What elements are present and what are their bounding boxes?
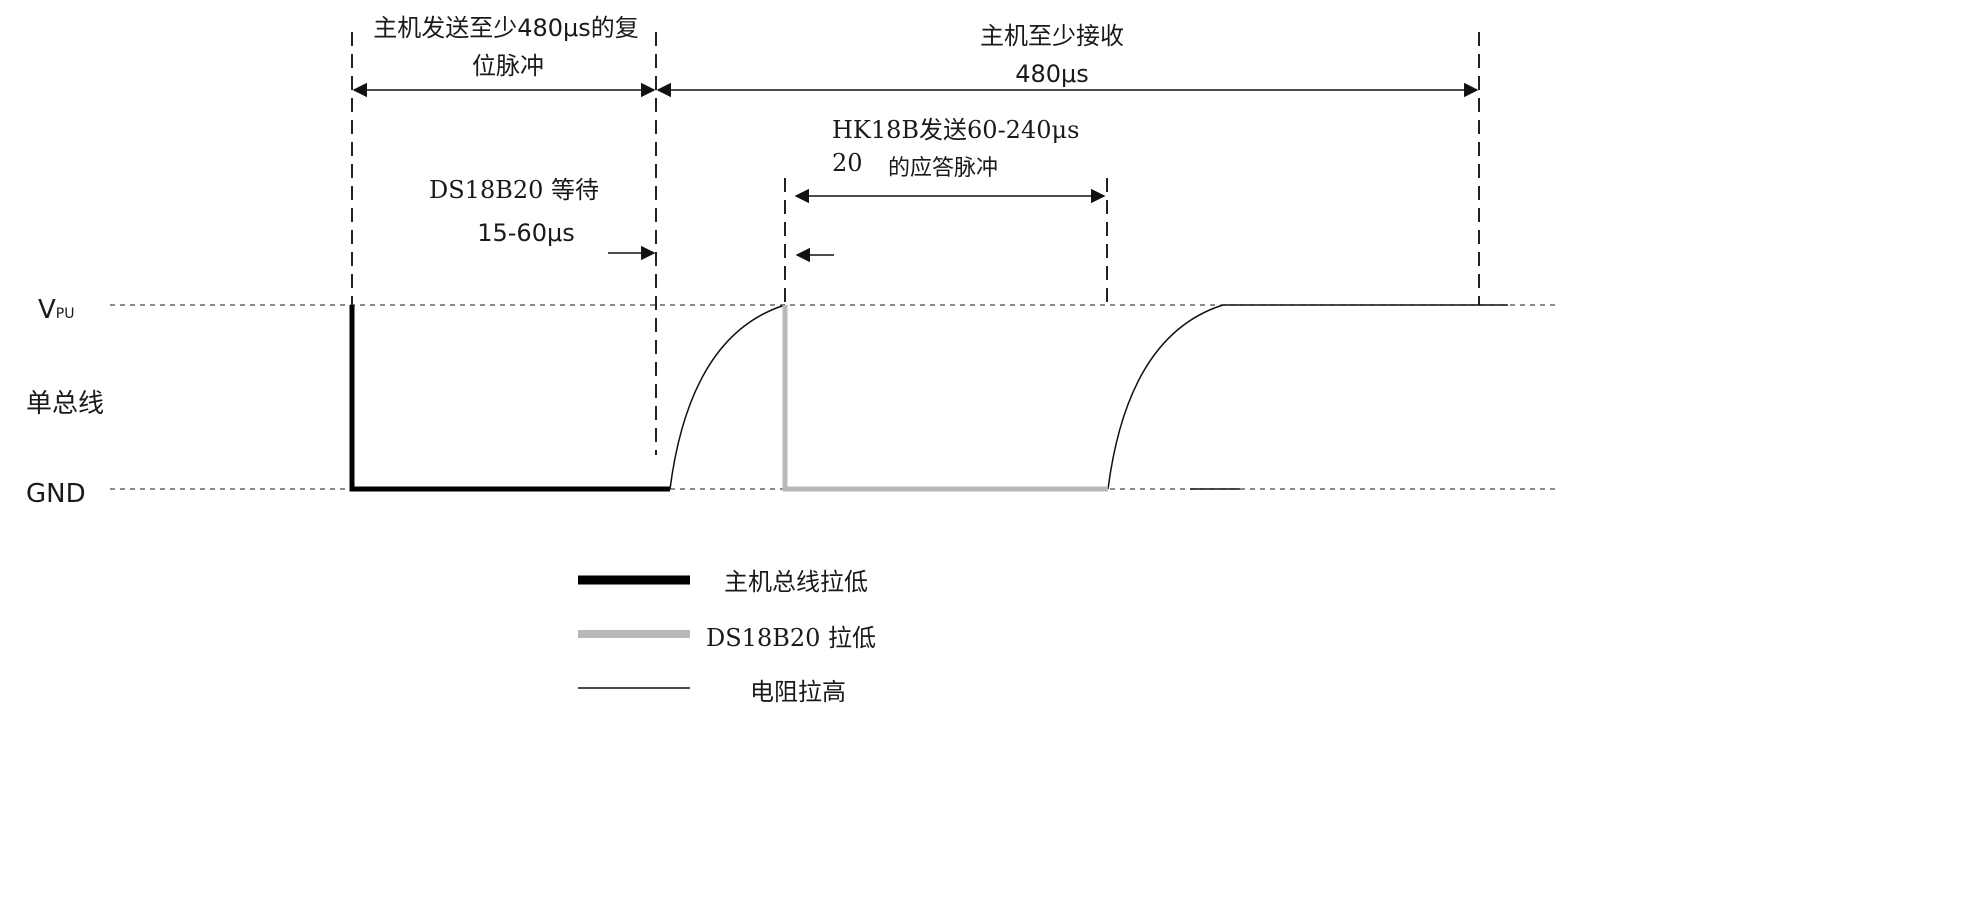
wait-label-1: DS18B20 等待	[429, 176, 599, 204]
presence-label-3: 的应答脉冲	[888, 156, 998, 181]
wait-label-2: 15-60μs	[477, 219, 575, 247]
legend: 主机总线拉低 DS18B20 拉低 电阻拉高	[578, 568, 876, 706]
host-pull-low-segment	[349, 305, 670, 492]
reset-pulse-label-2: 位脉冲	[472, 52, 544, 80]
device-pull-low-segment	[782, 305, 1108, 492]
resistor-pullup-rise-2	[1107, 304, 1224, 490]
receive-label-2: 480μs	[1015, 60, 1089, 88]
presence-label-1: HK18B发送60-240μs	[832, 116, 1079, 144]
receive-label-1: 主机至少接收	[980, 22, 1124, 50]
legend-device-label: DS18B20 拉低	[706, 624, 876, 652]
presence-label-2: 20	[832, 149, 863, 177]
one-wire-reset-timing-diagram: VPU 单总线 GND 主机发送至少480μs的复 位脉冲 主机至少接收 480…	[26, 14, 1560, 706]
legend-host-label: 主机总线拉低	[724, 568, 868, 596]
gnd-label: GND	[26, 479, 86, 509]
reset-pulse-label-1: 主机发送至少480μs的复	[373, 14, 639, 42]
legend-resistor-label: 电阻拉高	[750, 678, 846, 706]
bus-label: 单总线	[26, 389, 104, 419]
vpu-label: VPU	[38, 295, 75, 325]
resistor-pullup-rise-1	[669, 304, 786, 490]
